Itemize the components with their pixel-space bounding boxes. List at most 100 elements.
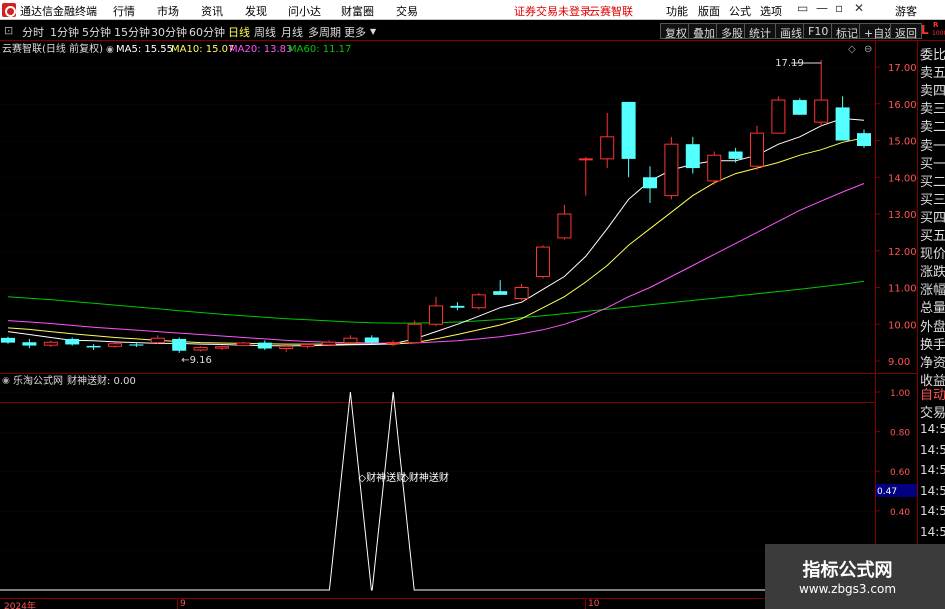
auto-trade-label[interactable]: 自动 (920, 384, 945, 403)
date-tick (177, 599, 178, 609)
candle-up[interactable] (300, 343, 315, 347)
indicator-tick-label: 0.80 (890, 429, 910, 439)
ma5-label: MA5: 15.55 (116, 44, 173, 55)
price-tick-label: 15.00 (888, 137, 917, 148)
indicator-current-value: 0.47 (877, 487, 897, 497)
tick-time: 14:56 (920, 504, 945, 518)
quote-label: 外盘 (920, 319, 945, 335)
trade-label[interactable]: 交易 (920, 402, 945, 421)
low-price-label: ←9.16 (181, 355, 212, 366)
candle-up[interactable] (600, 136, 615, 160)
candle-down[interactable] (857, 133, 871, 147)
quote-label: 卖五 (920, 66, 945, 82)
quote-label: 总量 (920, 301, 945, 317)
quote-label: 换手 (920, 337, 945, 353)
signal-line (0, 391, 875, 591)
watermark-title: 指标公式网 (802, 560, 893, 581)
candle-down[interactable] (728, 151, 743, 159)
quote-label: 买五 (920, 229, 945, 244)
price-tick-label: 11.00 (888, 284, 917, 295)
tick-time: 14:56 (920, 483, 945, 498)
candle-up[interactable] (279, 345, 294, 350)
quote-label: 卖一 (920, 138, 945, 154)
quote-label: 现价 (920, 247, 945, 263)
signal-label: ◇财神送财 (401, 471, 449, 484)
candle-up[interactable] (707, 154, 722, 182)
ma20-label: MA20: 13.83 (229, 44, 292, 55)
candle-down[interactable] (86, 345, 101, 348)
price-tick-label: 13.00 (888, 210, 917, 221)
candle-up[interactable] (664, 143, 679, 197)
price-tick-label: 10.00 (888, 320, 917, 331)
candle-down[interactable] (835, 107, 850, 141)
chart-title: 云赛智联(日线 前复权) (2, 42, 103, 55)
quote-label: 涨幅 (920, 283, 945, 299)
candle-down[interactable] (129, 344, 144, 346)
quote-label: 涨跌 (920, 265, 945, 281)
candle-up[interactable] (471, 294, 486, 309)
indicator-tick-label: 0.60 (890, 468, 910, 478)
quote-label: 卖三 (920, 102, 945, 118)
price-tick-label: 16.00 (888, 100, 917, 111)
candle-down[interactable] (621, 101, 636, 159)
signal-label: ◇财神送财 (358, 471, 406, 484)
date-axis: 2024年 9 10 (0, 598, 875, 609)
candle-up[interactable] (343, 337, 358, 344)
indicator-menu-icon[interactable]: ◉ (2, 376, 10, 386)
candle-up[interactable] (322, 341, 336, 346)
candle-up[interactable] (386, 342, 401, 345)
date-label-sep: 9 (180, 599, 186, 609)
candle-down[interactable] (172, 338, 187, 351)
chart-canvas[interactable]: 17.00 16.00 15.00 14.00 13.00 12.00 11.00 10.00… (0, 0, 945, 609)
indicator-tick-label: 1.00 (890, 389, 910, 399)
candle-up[interactable] (557, 213, 572, 239)
quote-label: 买二 (920, 174, 945, 190)
candle-up[interactable] (108, 343, 122, 347)
candle-down[interactable] (364, 337, 379, 343)
quote-label: 委比 (920, 48, 945, 63)
candle-down[interactable] (685, 144, 700, 169)
candle-down[interactable] (22, 342, 37, 346)
candle-up[interactable] (814, 99, 829, 123)
price-tick-label: 9.00 (888, 357, 910, 368)
candle-up[interactable] (429, 305, 443, 325)
quote-side-panel: 委比 卖五 卖四 卖三 卖二 卖一 买一 买二 买三 买四 买五 现价 涨跌 涨幅 总量 外盘 换手 净资 收益 自动… (917, 41, 945, 609)
tick-time: 14:56 (920, 442, 945, 457)
candle-up[interactable] (771, 99, 786, 134)
candle-up[interactable] (536, 246, 550, 277)
candle-up[interactable] (514, 287, 529, 300)
candle-down[interactable] (257, 342, 272, 349)
candle-up[interactable] (578, 158, 593, 161)
candle-down[interactable] (450, 305, 465, 308)
candle-down[interactable] (493, 291, 508, 295)
tick-time: 14:56 (920, 524, 945, 539)
zoom-out-icon[interactable]: ⊖ (864, 44, 872, 55)
candle-down[interactable] (1, 337, 15, 343)
candle-down[interactable] (792, 100, 807, 115)
ma-dropdown-icon[interactable]: ◉ (106, 45, 114, 55)
quote-label: 买一 (920, 156, 945, 172)
candle-down[interactable] (643, 177, 657, 189)
candle-up[interactable] (236, 342, 251, 347)
ma60-label: MA60: 11.17 (288, 44, 351, 55)
tick-time: 14:56 (920, 422, 945, 436)
candle-up[interactable] (193, 346, 208, 351)
price-tick-label: 12.00 (888, 247, 917, 258)
diamond-icon[interactable]: ◇ (848, 44, 856, 55)
candle-up[interactable] (215, 346, 229, 349)
quote-label: 买四 (920, 210, 945, 226)
tick-time: 14:56 (920, 463, 945, 477)
candle-up[interactable] (407, 323, 422, 344)
ma10-label: MA10: 15.07 (171, 44, 234, 55)
indicator-name: 财神送财: 0.00 (67, 374, 136, 387)
date-label-oct: 10 (588, 599, 600, 609)
indicator-tick-label: 0.40 (890, 508, 910, 518)
candle-up[interactable] (150, 337, 165, 344)
candle-up[interactable] (750, 132, 764, 167)
trading-terminal-window: 通达信金融终端 行情 市场 资讯 发现 问小达 财富圈 交易 证券交易未登录 云… (0, 0, 945, 609)
candle-up[interactable] (43, 341, 58, 346)
candle-down[interactable] (65, 338, 80, 345)
date-tick (585, 599, 586, 609)
high-price-label: 17.19 (775, 58, 804, 69)
quote-label: 卖四 (920, 84, 945, 100)
